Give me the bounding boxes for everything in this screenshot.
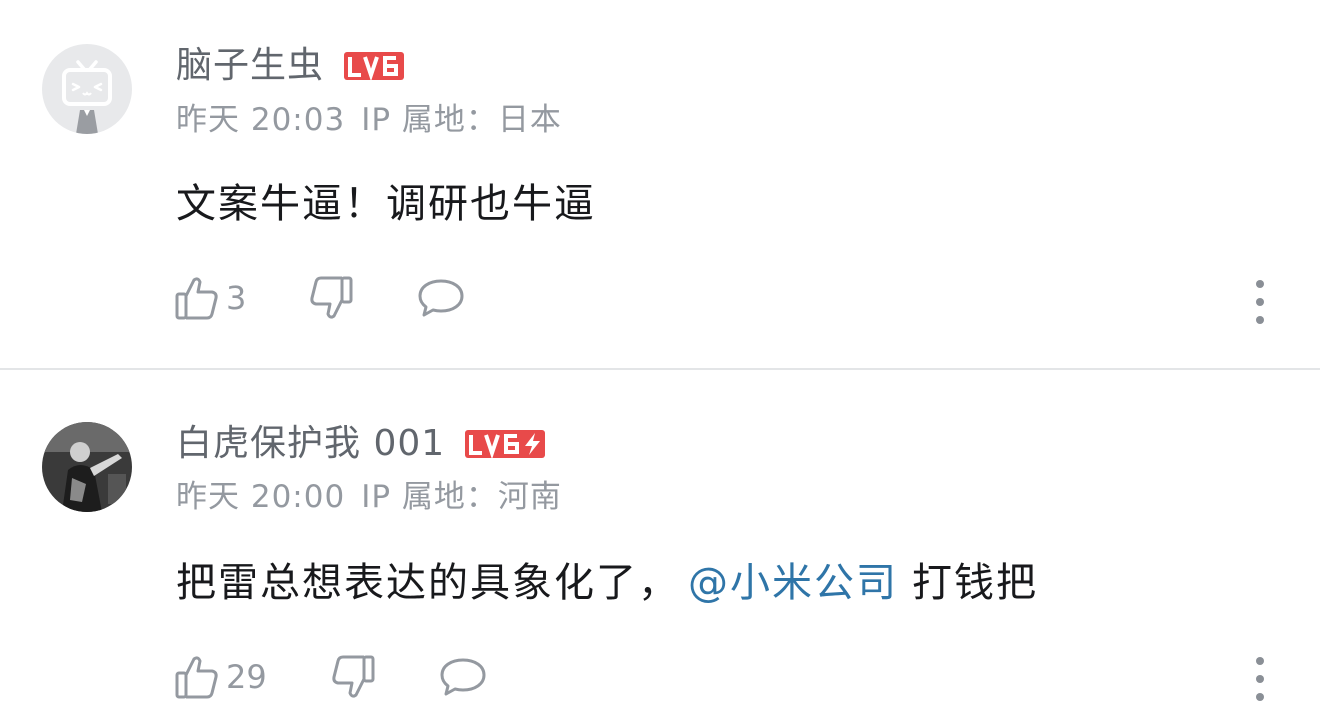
comment-meta: 昨天 20:03 IP 属地：日本 [176,100,578,140]
more-options-icon[interactable] [1248,657,1272,701]
level-badge [344,51,405,81]
comment-actions: 3 [174,274,466,322]
thumbs-up-icon [175,277,218,320]
comment-actions: 29 [174,653,488,701]
ip-location: IP 属地：日本 [361,102,562,138]
comment-time: 昨天 20:03 [176,102,346,138]
like-button[interactable]: 3 [174,274,308,322]
ip-location: IP 属地：河南 [361,479,562,515]
avatar[interactable] [42,422,132,512]
mention-link[interactable]: @小米公司 [688,560,898,606]
comment-text: 文案牛逼！调研也牛逼 [176,181,596,227]
reply-button[interactable] [438,655,488,699]
comment-text-part: 把雷总想表达的具象化了， [176,560,680,606]
comment-time: 昨天 20:00 [176,479,346,515]
bilibili-tv-default-avatar-icon [42,44,132,134]
like-count: 3 [226,279,247,317]
comment-text-part: 打钱把 [912,560,1038,606]
comment-item: 脑子生虫 昨天 20:03 IP 属地：日本 文案牛逼！调研也牛逼 3 [0,0,1320,368]
comment-item: 白虎保护我 001 昨天 20:00 IP 属地：河南 把雷总想表达的具象化了， @… [0,369,1320,702]
comment-bubble-icon [440,658,486,696]
more-options-icon[interactable] [1248,280,1272,324]
thumbs-up-icon [175,656,218,699]
dislike-button[interactable] [308,274,416,322]
thumbs-down-icon [332,655,375,698]
comment-bubble-icon [418,279,464,317]
photo-avatar-icon [42,422,132,512]
like-button[interactable]: 29 [174,653,330,701]
level-6-icon [344,52,405,80]
reply-button[interactable] [416,276,466,320]
comment-meta: 昨天 20:00 IP 属地：河南 [176,477,578,517]
comment-text: 把雷总想表达的具象化了， @小米公司 打钱把 [176,555,1038,611]
thumbs-down-icon [310,276,353,319]
username[interactable]: 白虎保护我 001 [176,420,445,468]
level-badge [465,429,546,459]
avatar[interactable] [42,44,132,134]
username[interactable]: 脑子生虫 [176,42,324,90]
level-6-lightning-icon [465,430,546,458]
dislike-button[interactable] [330,653,438,701]
like-count: 29 [226,658,267,696]
